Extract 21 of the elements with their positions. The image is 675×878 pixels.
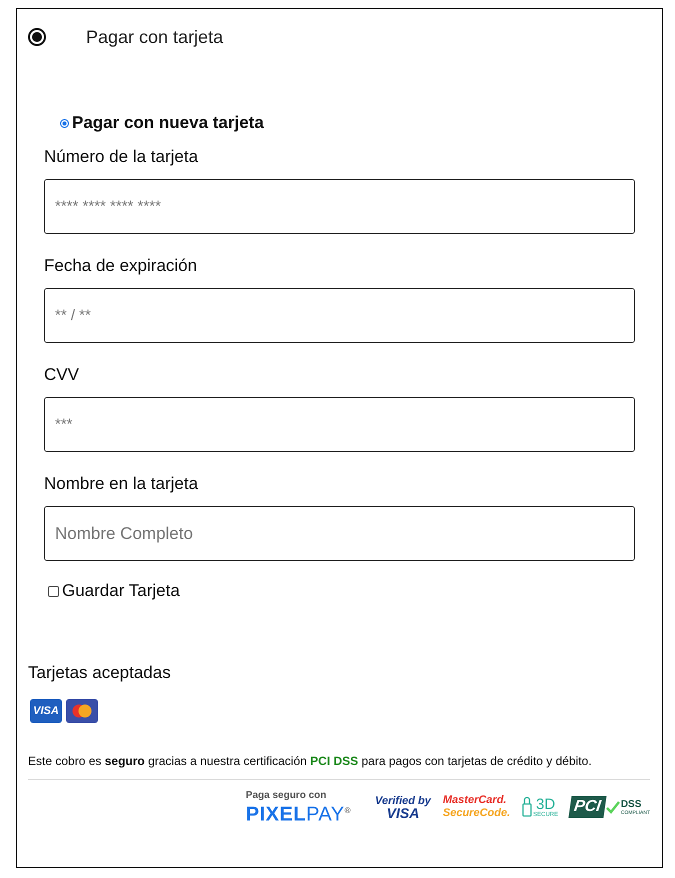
checkbox-label: Guardar Tarjeta <box>62 581 180 601</box>
option-label: Pagar con nueva tarjeta <box>72 113 264 133</box>
input-field[interactable]: Nombre Completo <box>44 506 635 561</box>
field-label: Número de la tarjeta <box>44 147 198 167</box>
securecode-logo: MasterCard. SecureCode. <box>442 794 510 820</box>
mastercard-icon <box>66 699 98 723</box>
visa-card-icon: VISA <box>30 699 62 723</box>
radio-button[interactable] <box>60 118 69 128</box>
radio-button[interactable] <box>28 28 46 46</box>
input-field[interactable]: **** **** **** **** <box>44 179 635 234</box>
pixelpay-logo: Paga seguro con PIXELPAY$^{®}$ <box>246 790 352 825</box>
option-label: Pagar con tarjeta <box>86 26 224 48</box>
checkbox[interactable] <box>48 586 59 596</box>
field-label: Nombre en la tarjeta <box>44 474 198 494</box>
security-note: Este cobro es seguro gracias a nuestra certificación PCI DSS para pagos con tarjetas de crédito y débito. <box>28 753 593 769</box>
section-title: Tarjetas aceptadas <box>28 663 172 683</box>
field-label: CVV <box>44 365 79 385</box>
field-label: Fecha de expiración <box>44 256 198 276</box>
verified-by-visa-logo: Verified by VISA <box>375 794 431 820</box>
input-field[interactable]: ** / ** <box>44 288 635 343</box>
input-field[interactable]: *** <box>44 397 635 452</box>
